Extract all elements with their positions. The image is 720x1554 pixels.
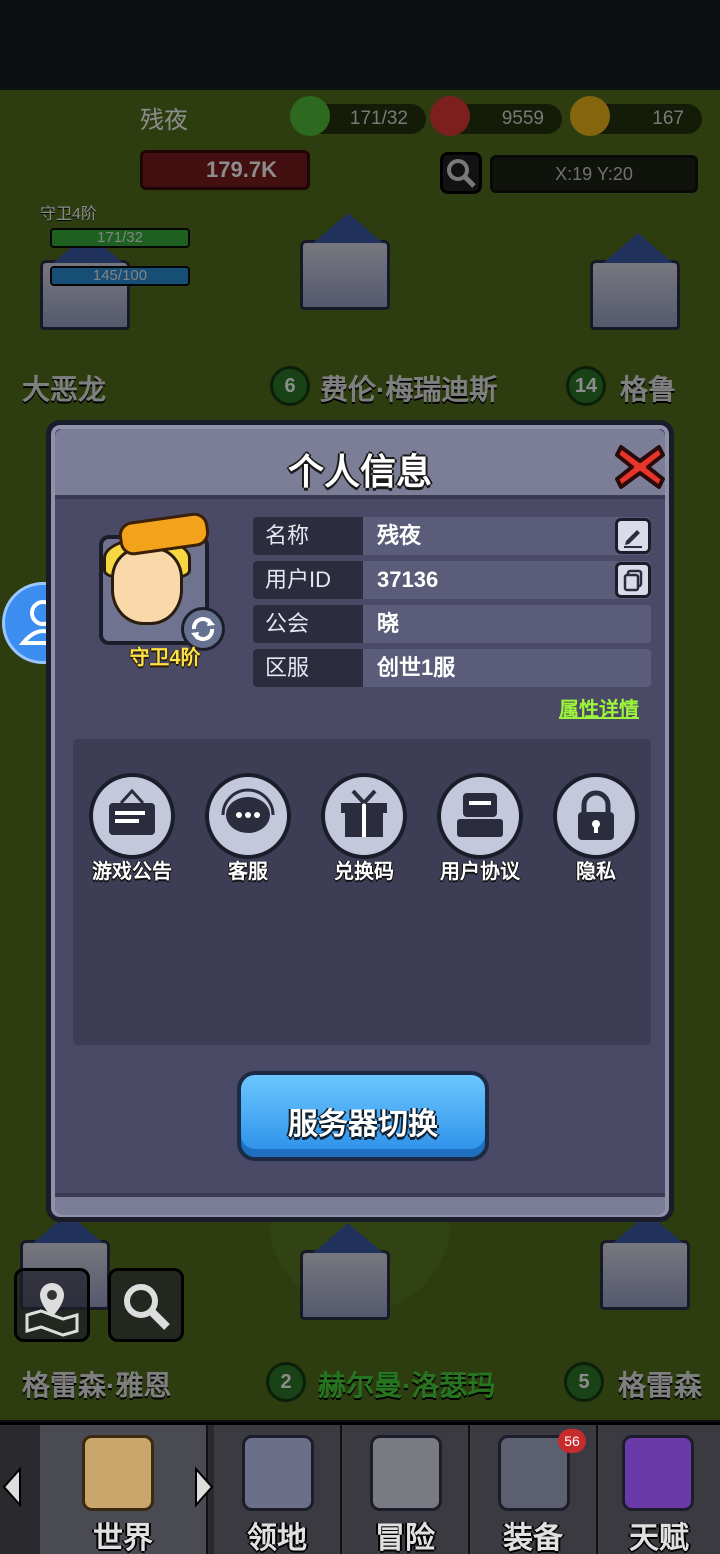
bottom-navigation: 世界 领地 冒险 装备 56 天赋 xyxy=(0,1422,720,1554)
nav-label: 装备 xyxy=(503,1522,563,1554)
edit-icon[interactable] xyxy=(615,518,651,554)
nav-label: 世界 xyxy=(93,1522,153,1554)
server-switch-label: 服务器切换 xyxy=(288,1108,438,1141)
info-key: 公会 xyxy=(253,605,363,643)
world-map-icon xyxy=(82,1435,154,1511)
map-pin-icon xyxy=(25,1283,79,1337)
nav-adventure[interactable]: 冒险 xyxy=(342,1425,470,1554)
nav-territory[interactable]: 领地 xyxy=(214,1425,342,1554)
avatar[interactable]: 守卫4阶 xyxy=(89,510,229,669)
info-key: 区服 xyxy=(253,649,363,687)
nav-left-arrow-icon[interactable] xyxy=(0,1465,22,1509)
menu-label: 兑换码 xyxy=(334,861,394,883)
announcement-button[interactable]: 游戏公告 xyxy=(77,773,187,883)
menu-panel: 游戏公告 客服 兑换码 用户协议 隐私 xyxy=(73,739,651,1045)
rank-label: 守卫4阶 xyxy=(129,647,201,669)
user-agreement-button[interactable]: 用户协议 xyxy=(425,773,535,883)
notification-badge: 56 xyxy=(558,1429,586,1453)
dialog-header: 个人信息 xyxy=(55,429,665,499)
dialog-title: 个人信息 xyxy=(287,451,432,492)
menu-label: 隐私 xyxy=(576,861,616,883)
crossed-axes-icon xyxy=(370,1435,442,1511)
privacy-button[interactable]: 隐私 xyxy=(541,773,651,883)
attribute-details-link[interactable]: 属性详情 xyxy=(559,693,639,722)
gift-icon xyxy=(321,773,407,859)
announcement-icon xyxy=(89,773,175,859)
info-row-server: 区服 创世1服 xyxy=(253,649,651,687)
menu-label: 游戏公告 xyxy=(92,861,172,883)
info-row-guild: 公会 晓 xyxy=(253,605,651,643)
map-location-button[interactable] xyxy=(14,1268,90,1342)
menu-label: 用户协议 xyxy=(440,861,520,883)
customer-service-button[interactable]: 客服 xyxy=(193,773,303,883)
search-icon xyxy=(124,1284,170,1330)
nav-label: 天赋 xyxy=(629,1522,689,1554)
personal-info-dialog: 个人信息 守卫4阶 名称 残夜 用户ID 37136 公会 晓 区服 创世1服 … xyxy=(46,420,674,1222)
info-row-user-id: 用户ID 37136 xyxy=(253,561,651,599)
customer-service-icon xyxy=(205,773,291,859)
lock-icon xyxy=(553,773,639,859)
info-value: 37136 xyxy=(377,567,439,592)
info-key: 名称 xyxy=(253,517,363,555)
map-search-button[interactable] xyxy=(108,1268,184,1342)
server-switch-button[interactable]: 服务器切换 xyxy=(237,1071,489,1161)
dialog-footer xyxy=(55,1193,665,1215)
info-row-name: 名称 残夜 xyxy=(253,517,651,555)
nav-equipment[interactable]: 装备 56 xyxy=(470,1425,598,1554)
nav-world[interactable]: 世界 xyxy=(40,1425,208,1554)
info-value: 残夜 xyxy=(377,523,422,548)
copy-icon[interactable] xyxy=(615,562,651,598)
close-icon[interactable] xyxy=(613,441,667,493)
nav-right-arrow-icon[interactable] xyxy=(194,1465,216,1509)
redeem-code-button[interactable]: 兑换码 xyxy=(309,773,419,883)
nav-talent[interactable]: 天赋 xyxy=(598,1425,720,1554)
agreement-icon xyxy=(437,773,523,859)
menu-label: 客服 xyxy=(228,861,268,883)
nav-label: 冒险 xyxy=(375,1522,435,1554)
nav-label: 领地 xyxy=(247,1522,307,1554)
info-key: 用户ID xyxy=(253,561,363,599)
spellbook-icon xyxy=(622,1435,694,1511)
avatar-face xyxy=(111,547,183,625)
info-value: 晓 xyxy=(377,611,400,636)
castle-icon xyxy=(242,1435,314,1511)
info-value: 创世1服 xyxy=(377,655,456,680)
